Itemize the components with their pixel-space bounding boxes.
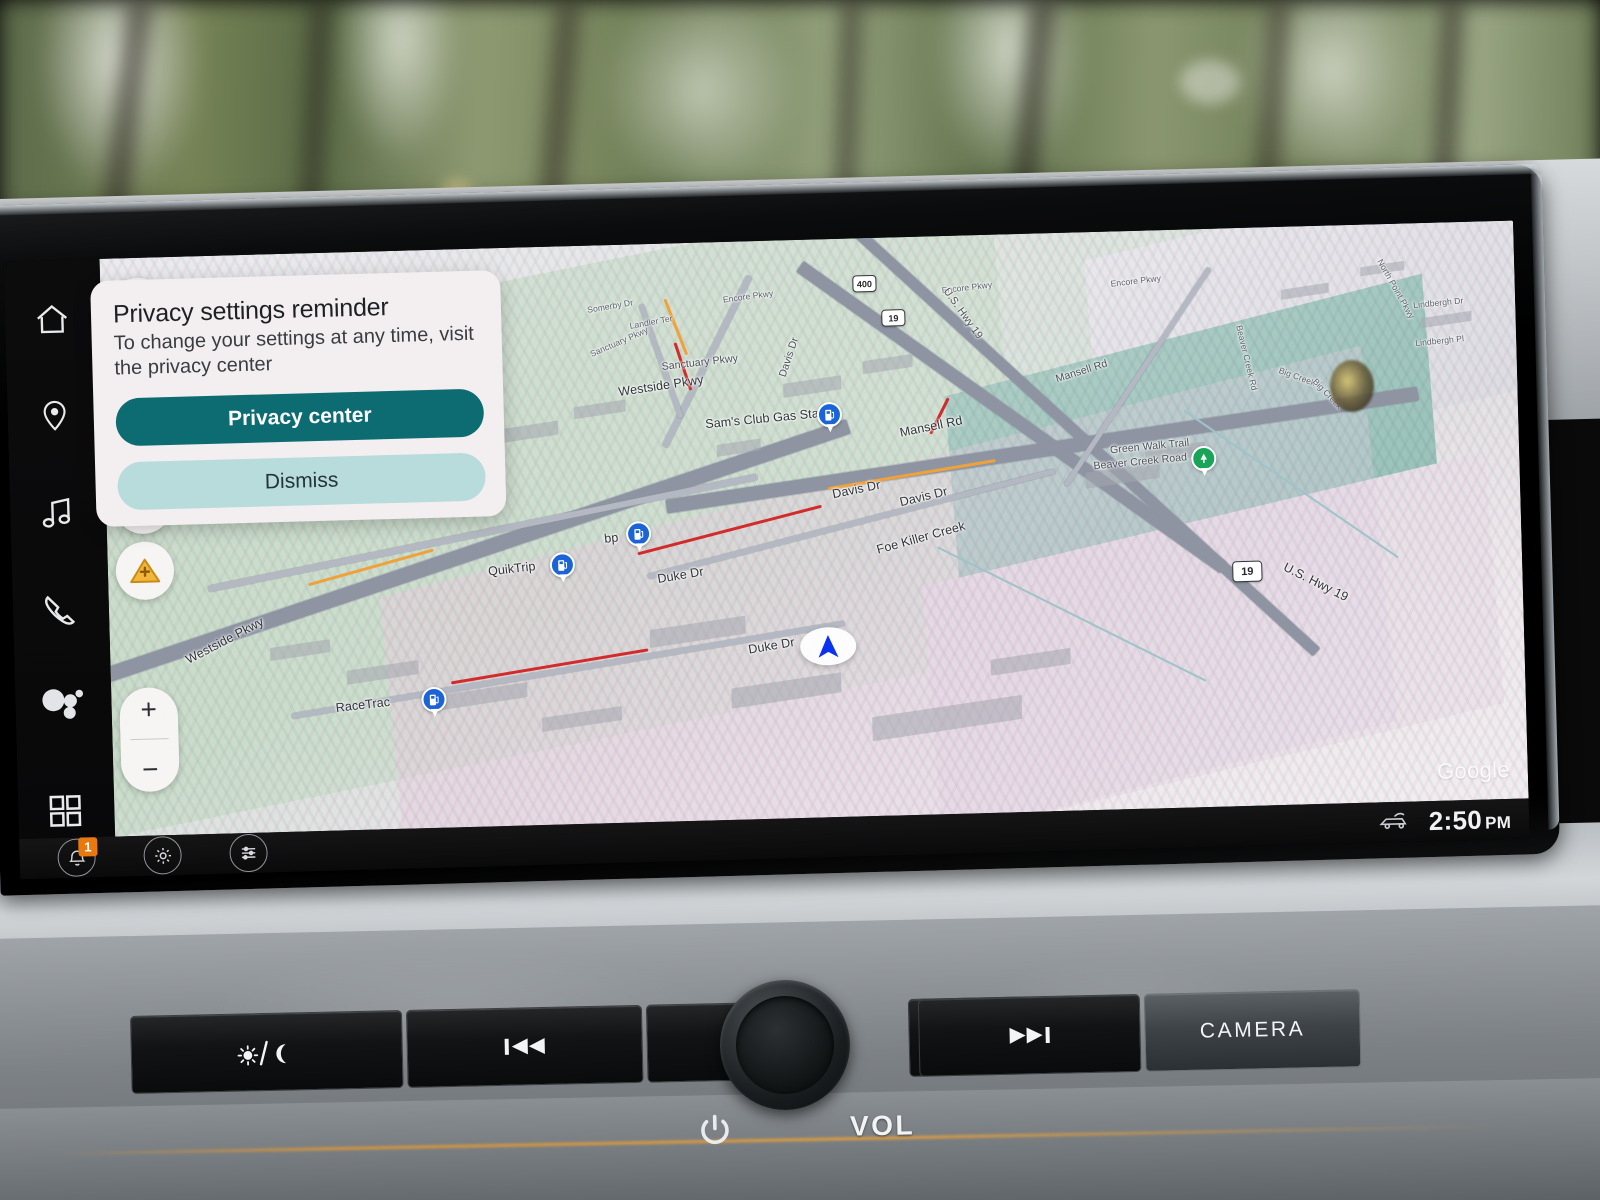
day-night-button[interactable] xyxy=(130,1010,404,1094)
zoom-divider xyxy=(130,738,169,741)
privacy-center-button[interactable]: Privacy center xyxy=(115,388,485,447)
volume-label: VOL xyxy=(849,1109,916,1142)
statusbar-settings-button[interactable] xyxy=(143,835,183,875)
sidebar-item-media[interactable] xyxy=(18,481,98,545)
sun-moon-icon xyxy=(237,1040,287,1066)
notification-badge: 1 xyxy=(78,837,98,857)
vehicle-status-icon-wrap xyxy=(1376,807,1411,837)
clock-ampm: PM xyxy=(1484,812,1512,833)
fuel-pin-icon xyxy=(557,559,567,571)
home-icon xyxy=(37,304,68,334)
map-street-label: bp xyxy=(603,530,620,546)
privacy-reminder-dialog: Privacy settings reminder To change your… xyxy=(90,270,507,527)
highway-shield: 19 xyxy=(881,309,906,327)
fuel-pin-icon xyxy=(429,694,439,705)
lcd-screen: Westside Pkwy Westside Pkwy Sam's Club Gas… xyxy=(3,220,1530,880)
location-pin-icon xyxy=(43,400,66,431)
navigation-arrow-icon xyxy=(818,635,839,658)
apps-grid-icon xyxy=(49,795,82,827)
power-icon xyxy=(701,1114,729,1145)
highway-shield: 19 xyxy=(1232,560,1263,583)
phone-icon xyxy=(45,595,76,625)
notifications-button[interactable]: 1 xyxy=(57,837,98,878)
sidebar-item-phone[interactable] xyxy=(20,577,100,641)
fuel-pin-icon xyxy=(824,409,834,421)
sidebar-item-apps[interactable] xyxy=(26,779,106,843)
next-track-icon xyxy=(1009,1026,1050,1044)
camera-button-label: CAMERA xyxy=(1199,1017,1306,1043)
report-incident-icon xyxy=(130,558,161,584)
zoom-in-button[interactable]: + xyxy=(140,693,157,724)
clock-time: 2:50 xyxy=(1428,804,1483,836)
sliders-icon xyxy=(241,846,256,860)
status-bar-clock: 2:50 PM xyxy=(1428,803,1511,836)
bokeh-highlight xyxy=(1180,60,1240,104)
assistant-dots-icon xyxy=(42,689,84,719)
sidebar-item-home[interactable] xyxy=(12,287,92,351)
park-pin-icon xyxy=(1200,453,1208,463)
display-bezel-assembly: Westside Pkwy Westside Pkwy Sam's Club Gas… xyxy=(0,163,1561,896)
fuel-pin-icon xyxy=(633,528,643,540)
dialog-body: To change your settings at any time, vis… xyxy=(113,322,475,380)
highway-shield: 400 xyxy=(852,274,877,293)
screenshot-root: Westside Pkwy Westside Pkwy Sam's Club Gas… xyxy=(0,0,1600,1200)
volume-knob[interactable] xyxy=(718,978,852,1112)
sidebar-item-navigation[interactable] xyxy=(15,383,95,447)
previous-track-icon xyxy=(504,1037,545,1055)
google-attribution: Google xyxy=(1436,756,1511,784)
map-zoom-controls[interactable]: + − xyxy=(119,686,180,793)
statusbar-equalizer-button[interactable] xyxy=(229,833,269,873)
car-icon xyxy=(1378,812,1407,829)
status-bar-right: 2:50 PM xyxy=(1376,803,1529,838)
sidebar-item-assistant[interactable] xyxy=(23,671,103,735)
camera-button[interactable]: CAMERA xyxy=(1143,989,1362,1072)
next-track-button[interactable] xyxy=(917,993,1142,1077)
zoom-out-button[interactable]: − xyxy=(142,754,159,785)
gear-icon xyxy=(154,847,171,864)
previous-track-button[interactable] xyxy=(405,1004,644,1088)
music-note-icon xyxy=(42,497,71,528)
dismiss-button[interactable]: Dismiss xyxy=(116,452,487,511)
power-button[interactable] xyxy=(697,1112,734,1154)
